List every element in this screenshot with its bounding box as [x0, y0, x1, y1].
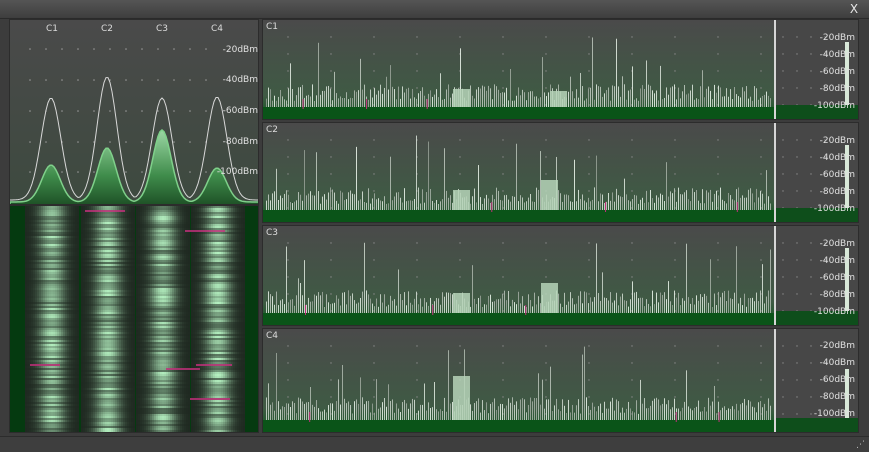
channel-spectrum-plot	[263, 226, 858, 325]
channel-row-c3: C3 -20dBm -40dBm -60dBm -80dBm -100dBm	[262, 225, 859, 326]
time-cursor-divider[interactable]	[774, 226, 776, 325]
row-db-label: -100dBm	[813, 409, 855, 419]
overview-channel-label: C2	[101, 24, 114, 34]
channel-row-c4: C4 -20dBm -40dBm -60dBm -80dBm -100dBm	[262, 328, 859, 433]
overview-channel-label: C3	[156, 24, 169, 34]
channel-row-label: C4	[266, 331, 279, 341]
channel-row-label: C2	[266, 125, 279, 135]
row-db-label: -20dBm	[819, 33, 855, 43]
row-db-label: -60dBm	[819, 375, 855, 385]
overview-db-label: -20dBm	[222, 45, 258, 55]
time-cursor-divider[interactable]	[774, 20, 776, 119]
overview-channel-label: C1	[46, 24, 59, 34]
waterfall-plot	[10, 206, 258, 432]
row-db-label: -100dBm	[813, 204, 855, 214]
row-db-label: -60dBm	[819, 273, 855, 283]
close-button[interactable]: X	[847, 1, 861, 17]
row-db-label: -20dBm	[819, 341, 855, 351]
overview-spectrum-panel: C1 C2 C3 C4 -20dBm -40dBm -60dBm -80dBm …	[9, 19, 259, 205]
channel-spectrum-plot	[263, 123, 858, 222]
close-icon[interactable]: X	[850, 2, 858, 16]
row-db-label: -40dBm	[819, 50, 855, 60]
row-db-label: -40dBm	[819, 153, 855, 163]
row-db-label: -60dBm	[819, 67, 855, 77]
overview-db-label: -60dBm	[222, 106, 258, 116]
channel-row-c1: C1 -20dBm -40dBm -60dBm -80dBm -100dBm	[262, 19, 859, 120]
row-db-label: -100dBm	[813, 307, 855, 317]
overview-db-label: -100dBm	[216, 167, 258, 177]
overview-channel-label: C4	[211, 24, 224, 34]
row-db-label: -20dBm	[819, 136, 855, 146]
row-db-label: -40dBm	[819, 358, 855, 368]
row-db-label: -60dBm	[819, 170, 855, 180]
row-db-label: -20dBm	[819, 239, 855, 249]
channel-spectrum-plot	[263, 20, 858, 119]
waterfall-panel	[9, 205, 259, 433]
row-db-label: -40dBm	[819, 256, 855, 266]
row-db-label: -80dBm	[819, 187, 855, 197]
channel-row-c2: C2 -20dBm -40dBm -60dBm -80dBm -100dBm	[262, 122, 859, 223]
status-bar: ⋰	[0, 436, 869, 452]
channel-spectrum-plot	[263, 329, 858, 432]
row-db-label: -80dBm	[819, 392, 855, 402]
overview-db-label: -80dBm	[222, 137, 258, 147]
channel-row-label: C3	[266, 228, 279, 238]
window-titlebar: X	[0, 0, 869, 19]
resize-grip-icon[interactable]: ⋰	[856, 440, 865, 450]
time-cursor-divider[interactable]	[774, 123, 776, 222]
overview-db-label: -40dBm	[222, 75, 258, 85]
row-db-label: -80dBm	[819, 84, 855, 94]
time-cursor-divider[interactable]	[774, 329, 776, 432]
channel-row-label: C1	[266, 22, 279, 32]
row-db-label: -100dBm	[813, 101, 855, 111]
row-db-label: -80dBm	[819, 290, 855, 300]
